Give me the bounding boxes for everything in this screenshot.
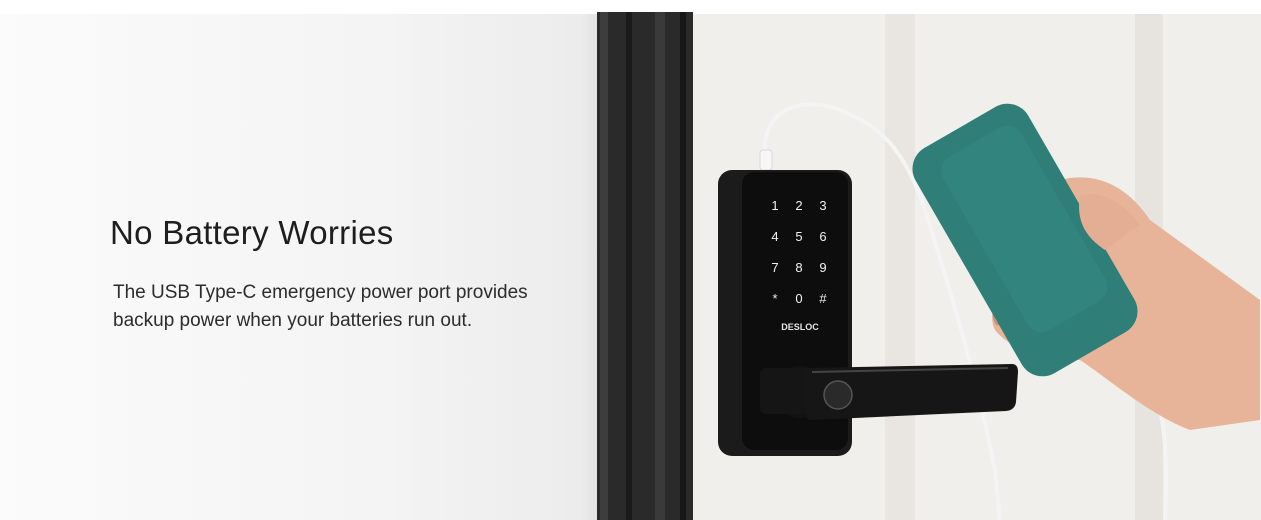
keypad-key: 3 xyxy=(819,198,826,213)
keypad-key: 5 xyxy=(795,229,802,244)
keypad-key: # xyxy=(819,291,827,306)
keypad-key: 4 xyxy=(771,229,778,244)
keypad-key: 1 xyxy=(771,198,778,213)
keypad-key: 8 xyxy=(795,260,802,275)
keypad-key: * xyxy=(772,291,777,306)
hero-banner: 1 2 3 4 5 6 7 8 9 * 0 # DESLOC No Battery Worries T… xyxy=(0,0,1261,520)
usb-c-plug xyxy=(759,149,773,171)
keypad-key: 0 xyxy=(795,291,802,306)
door-panel-molding xyxy=(885,14,915,520)
keypad-key: 2 xyxy=(795,198,802,213)
lock-brand-logo: DESLOC xyxy=(781,322,819,332)
product-scene: 1 2 3 4 5 6 7 8 9 * 0 # DESLOC xyxy=(597,12,1261,520)
keypad-key: 7 xyxy=(771,260,778,275)
keypad-key: 9 xyxy=(819,260,826,275)
section-heading: No Battery Worries xyxy=(110,214,394,251)
door-frame xyxy=(597,12,693,520)
keypad-key: 6 xyxy=(819,229,826,244)
fingerprint-sensor xyxy=(823,380,853,410)
section-description: The USB Type-C emergency power port prov… xyxy=(113,282,528,331)
